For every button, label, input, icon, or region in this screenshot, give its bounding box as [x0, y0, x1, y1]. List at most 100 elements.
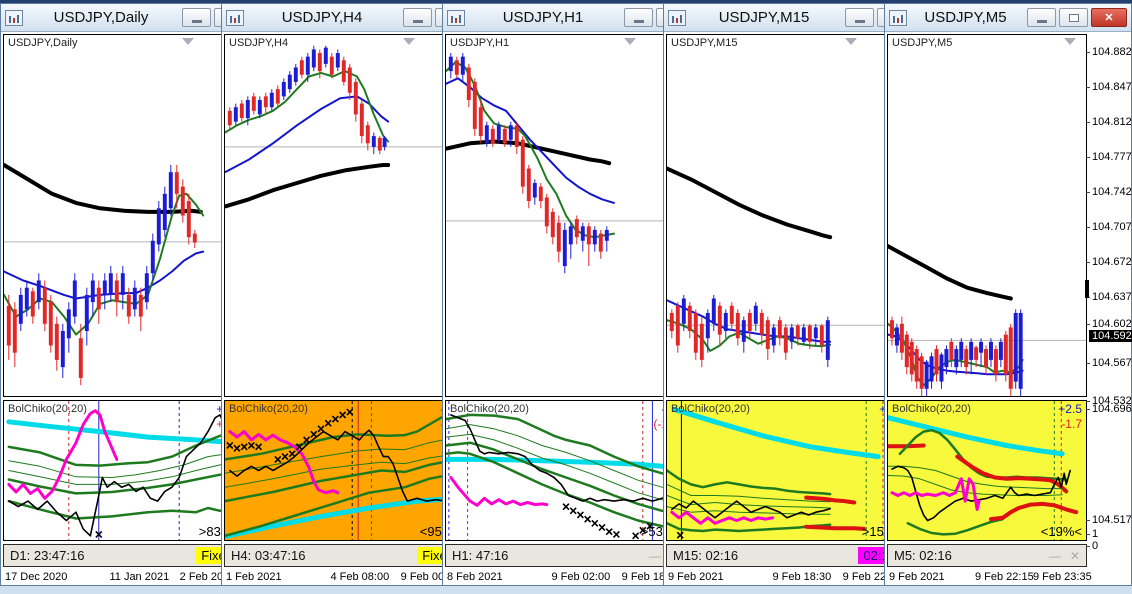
date-axis: 9 Feb 2021 9 Feb 22:15 9 Feb 23:35: [887, 567, 1092, 585]
candlestick-chart: [667, 166, 907, 368]
window-title: USDJPY,M15: [718, 9, 810, 26]
indicator-panel[interactable]: BolChiko(20,20) +2.5 -1.7 <19%<: [887, 400, 1087, 541]
chart-area[interactable]: USDJPY,H1: [445, 34, 687, 397]
price-tick: 104.517: [1086, 514, 1132, 526]
chart-symbol-label: USDJPY,Daily: [8, 37, 78, 49]
restore-button[interactable]: [1059, 8, 1088, 27]
titlebar[interactable]: USDJPY,H4: [222, 4, 468, 32]
panel-close-icon[interactable]: ✕: [1070, 549, 1080, 563]
date-axis: 8 Feb 2021 9 Feb 02:00 9 Feb 18:00: [445, 567, 687, 585]
date-axis: 17 Dec 2020 11 Jan 2021 2 Feb 2021: [3, 567, 245, 585]
indicator-panel[interactable]: BolChiko(20,20) +0.5 -1.2 >15%>: [666, 400, 908, 541]
titlebar[interactable]: USDJPY,Daily: [1, 4, 247, 32]
minimize-icon: [854, 19, 865, 23]
price-tick: 104.742: [1086, 186, 1132, 198]
titlebar[interactable]: USDJPY,M15: [664, 4, 910, 32]
chevron-down-icon[interactable]: [623, 38, 636, 45]
chart-area[interactable]: USDJPY,M5: [887, 34, 1087, 397]
minimize-button[interactable]: [182, 8, 211, 27]
minimize-button[interactable]: [403, 8, 432, 27]
close-button[interactable]: ✕: [1091, 8, 1127, 27]
candlestick-chart: [4, 163, 244, 386]
indicator-plot: [225, 401, 461, 540]
chart-symbol-label: USDJPY,H4: [229, 37, 289, 49]
date-tick: 17 Dec 2020: [5, 571, 68, 583]
chart-window-h4: USDJPY,H4 USDJPY,H4 BolChiko(20,20) -1.5…: [221, 3, 469, 586]
candlestick-chart: [888, 244, 1086, 396]
panel-minimize-icon[interactable]: —: [1049, 549, 1061, 563]
price-scale[interactable]: 104.882 104.847 104.812 104.777 104.742 104.7…: [1085, 34, 1132, 587]
chart-window-icon: [5, 9, 23, 26]
indicator-values: +2.5 -1.7: [1058, 402, 1082, 432]
date-tick: 9 Feb 23:35: [1033, 571, 1092, 583]
price-tick: 104.847: [1086, 81, 1132, 93]
status-text: D1: 23:47:16: [10, 548, 85, 563]
date-tick: 1 Feb 2021: [226, 571, 282, 583]
minimize-button[interactable]: [845, 8, 874, 27]
status-text: M15: 02:16: [673, 548, 739, 563]
chart-area[interactable]: USDJPY,M15: [666, 34, 908, 397]
minimize-button[interactable]: [624, 8, 653, 27]
minimize-button[interactable]: [1027, 8, 1056, 27]
indicator-panel[interactable]: BolChiko(20,20) -1.5 -1.8 <95%<: [224, 400, 466, 541]
price-tick: 104.707: [1086, 221, 1132, 233]
chart-symbol-label: USDJPY,M5: [892, 37, 953, 49]
date-tick: 4 Feb 08:00: [330, 571, 390, 583]
status-bar: H4: 03:47:16 Fixed: [224, 544, 466, 567]
price-tick: 104.777: [1086, 151, 1132, 163]
indicator-label: BolChiko(20,20): [671, 403, 750, 415]
chart-window-icon: [668, 9, 686, 26]
indicator-plot: [6, 401, 240, 540]
indicator-label: BolChiko(20,20): [229, 403, 308, 415]
indicator-percent: <19%<: [1040, 524, 1082, 539]
chart-window-m15: USDJPY,M15 USDJPY,M15 BolChiko(20,20) +0…: [663, 3, 911, 586]
panel-minimize-icon[interactable]: —: [649, 549, 661, 563]
chevron-down-icon[interactable]: [844, 38, 857, 45]
minimize-icon: [633, 19, 644, 23]
chevron-down-icon[interactable]: [181, 38, 194, 45]
status-text: H1: 47:16: [452, 548, 509, 563]
indicator-label: BolChiko(20,20): [892, 403, 971, 415]
price-tick: 0: [1085, 540, 1099, 552]
price-tick: 104.672: [1086, 256, 1132, 268]
status-text: M5: 02:16: [894, 548, 952, 563]
status-bar: M15: 02:16 02:16: [666, 544, 908, 567]
chart-window-icon: [889, 9, 907, 26]
indicator-value-2: -1.7: [1061, 417, 1082, 431]
titlebar[interactable]: USDJPY,M5 ✕: [885, 4, 1131, 32]
date-axis: 1 Feb 2021 4 Feb 08:00 9 Feb 00:00: [224, 567, 466, 585]
minimize-icon: [191, 19, 202, 23]
chevron-down-icon[interactable]: [1064, 38, 1076, 45]
minimize-icon: [412, 19, 423, 23]
price-tick: 1: [1085, 528, 1099, 540]
chart-window-m5: USDJPY,M5 ✕ USDJPY,M5 BolChiko(20,20) +2…: [884, 3, 1132, 586]
price-tick: 104.602: [1086, 318, 1132, 330]
status-bar: D1: 23:47:16 Fixed: [3, 544, 245, 567]
price-tick: 104.882: [1086, 46, 1132, 58]
window-title: USDJPY,H4: [281, 9, 363, 26]
indicator-panel[interactable]: BolChiko(20,20) -0.6 (-1.0) >53%>: [445, 400, 687, 541]
chart-symbol-label: USDJPY,M15: [671, 37, 738, 49]
scale-price-marker: [1085, 280, 1089, 298]
indicator-label: BolChiko(20,20): [8, 403, 87, 415]
chart-area[interactable]: USDJPY,Daily: [3, 34, 245, 397]
price-tick: 104.637: [1086, 291, 1132, 303]
date-tick: 9 Feb 02:00: [551, 571, 611, 583]
date-tick: 9 Feb 2021: [668, 571, 724, 583]
chart-area[interactable]: USDJPY,H4: [224, 34, 466, 397]
status-bar: H1: 47:16 —✕: [445, 544, 687, 567]
indicator-panel[interactable]: BolChiko(20,20) +0.4 +0.4 >83%>: [3, 400, 245, 541]
indicator-label: BolChiko(20,20): [450, 403, 529, 415]
minimize-icon: [1036, 19, 1047, 23]
window-title: USDJPY,M5: [924, 9, 1007, 26]
chart-window-h1: USDJPY,H1 USDJPY,H1 BolChiko(20,20) -0.6…: [442, 3, 690, 586]
candlestick-chart: [446, 53, 686, 274]
status-bar: M5: 02:16 — ✕: [887, 544, 1087, 567]
date-tick: 11 Jan 2021: [109, 571, 170, 583]
titlebar[interactable]: USDJPY,H1: [443, 4, 689, 32]
chevron-down-icon[interactable]: [402, 38, 415, 45]
date-tick: 9 Feb 18:30: [772, 571, 832, 583]
price-tick: 104.567: [1086, 357, 1132, 369]
date-axis: 9 Feb 2021 9 Feb 18:30 9 Feb 22:30: [666, 567, 908, 585]
chart-window-icon: [447, 9, 465, 26]
